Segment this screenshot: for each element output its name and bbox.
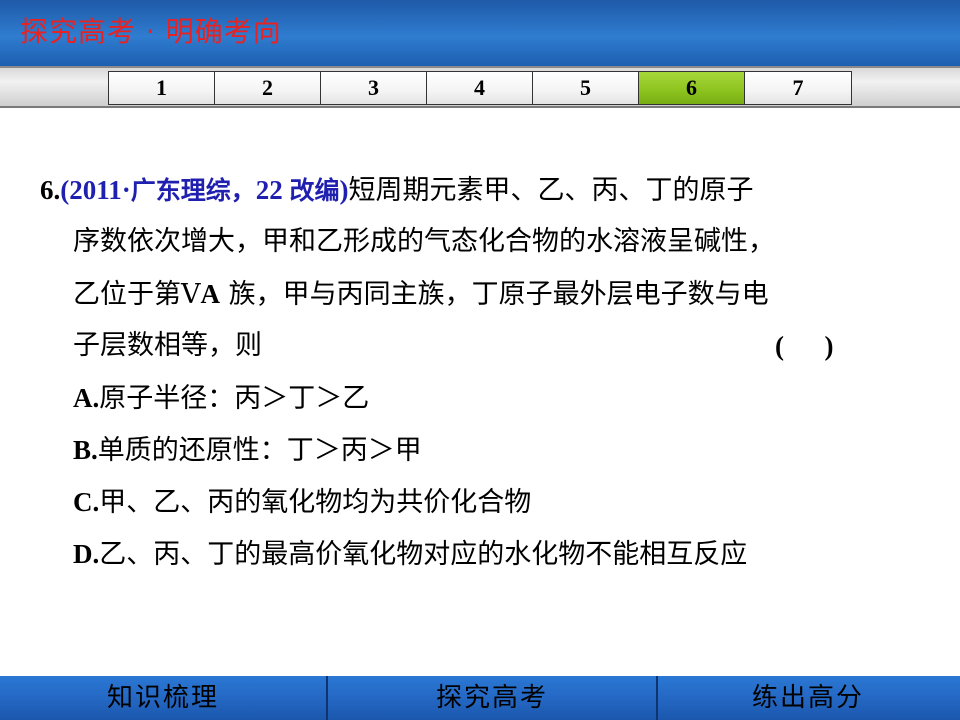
- question-text: 乙位于第Ⅴ: [73, 279, 201, 310]
- option-a[interactable]: A.原子半径：丙＞丁＞乙: [40, 376, 890, 428]
- option-d[interactable]: D.乙、丙、丁的最高价氧化物对应的水化物不能相互反应: [40, 532, 890, 584]
- option-c[interactable]: C.甲、乙、丙的氧化物均为共价化合物: [40, 480, 890, 532]
- option-text: 单质的还原性：丁＞丙＞甲: [97, 435, 422, 466]
- header-banner: 探究高考 · 明确考向: [0, 0, 960, 66]
- question-text: A: [200, 279, 221, 309]
- answer-blank: ( ): [775, 331, 834, 361]
- question-content: 6.(2011·广东理综，22 改编)短周期元素甲、乙、丙、丁的原子 序数依次增…: [40, 168, 890, 584]
- question-text: 子层数相等，则: [73, 330, 262, 361]
- tab-question-6[interactable]: 6: [639, 72, 745, 104]
- question-tab-bar: 1 2 3 4 5 6 7: [0, 66, 960, 108]
- question-source: (2011·广东理综，22 改编): [60, 175, 349, 205]
- nav-explore-exam-button[interactable]: 探究高考: [328, 676, 658, 720]
- tab-question-4[interactable]: 4: [427, 72, 533, 104]
- tab-question-3[interactable]: 3: [321, 72, 427, 104]
- question-tabs: 1 2 3 4 5 6 7: [108, 71, 852, 105]
- option-label: C.: [73, 487, 100, 517]
- option-label: A.: [73, 383, 100, 413]
- page-title: 探究高考 · 明确考向: [20, 15, 282, 48]
- option-text: 原子半径：丙＞丁＞乙: [99, 383, 370, 414]
- option-b[interactable]: B.单质的还原性：丁＞丙＞甲: [40, 428, 890, 480]
- tab-question-7[interactable]: 7: [745, 72, 851, 104]
- option-label: D.: [73, 539, 100, 569]
- tab-question-5[interactable]: 5: [533, 72, 639, 104]
- question-line-1: 6.(2011·广东理综，22 改编)短周期元素甲、乙、丙、丁的原子: [40, 168, 890, 220]
- question-text: 短周期元素甲、乙、丙、丁的原子: [348, 175, 754, 206]
- question-text: 序数依次增大，甲和乙形成的气态化合物的水溶液呈碱性，: [73, 226, 775, 257]
- question-line-2: 序数依次增大，甲和乙形成的气态化合物的水溶液呈碱性，: [40, 220, 890, 272]
- question-line-3: 乙位于第ⅤA 族，甲与丙同主族，丁原子最外层电子数与电: [40, 272, 890, 324]
- nav-knowledge-review-button[interactable]: 知识梳理: [0, 676, 328, 720]
- footer-nav: 知识梳理 探究高考 练出高分: [0, 676, 960, 720]
- tab-question-2[interactable]: 2: [215, 72, 321, 104]
- option-text: 甲、乙、丙的氧化物均为共价化合物: [99, 487, 532, 518]
- question-line-4: 子层数相等，则 ( ): [40, 324, 890, 376]
- option-label: B.: [73, 435, 98, 465]
- nav-practice-button[interactable]: 练出高分: [658, 676, 958, 720]
- question-text: 族，甲与丙同主族，丁原子最外层电子数与电: [220, 279, 769, 310]
- option-text: 乙、丙、丁的最高价氧化物对应的水化物不能相互反应: [99, 539, 748, 570]
- question-number: 6.: [40, 175, 61, 205]
- tab-question-1[interactable]: 1: [109, 72, 215, 104]
